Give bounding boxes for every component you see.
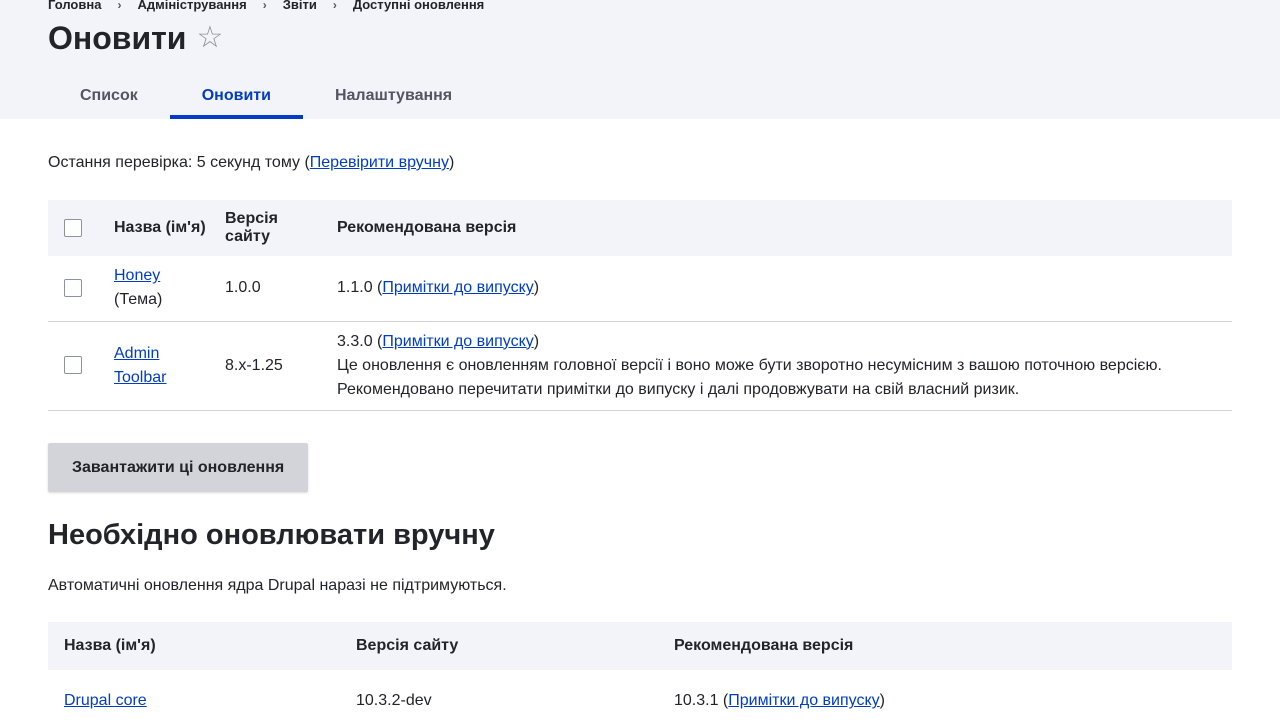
recommended-version: 3.3.0 ( <box>337 332 383 350</box>
manual-updates-table: Назва (ім'я) Версія сайту Рекомендована … <box>48 621 1232 727</box>
breadcrumb-item-home[interactable]: Головна <box>48 0 101 12</box>
release-notes-link[interactable]: Примітки до випуску <box>382 279 533 296</box>
column-header-site-version: Версія сайту <box>225 200 337 256</box>
recommended-version: 10.3.1 ( <box>674 692 729 710</box>
last-check-text: Остання перевірка: 5 секунд тому ( <box>48 154 310 171</box>
column-header-recommended: Рекомендована версія <box>658 621 1232 670</box>
updates-table: Назва (ім'я) Версія сайту Рекомендована … <box>48 200 1232 411</box>
release-notes-link[interactable]: Примітки до випуску <box>382 333 533 350</box>
last-check-status: Остання перевірка: 5 секунд тому (Переві… <box>48 153 1232 173</box>
major-update-warning: Це оновлення є оновленням головної версі… <box>337 356 1162 398</box>
project-link[interactable]: Honey <box>114 267 160 284</box>
recommended-version-close: ) <box>533 279 540 297</box>
column-header-name: Назва (ім'я) <box>114 200 225 256</box>
check-manually-link[interactable]: Перевірити вручну <box>310 154 449 171</box>
column-header-recommended: Рекомендована версія <box>337 200 1232 256</box>
row-checkbox[interactable] <box>64 356 82 375</box>
breadcrumb-item-reports[interactable]: Звіти <box>283 0 317 12</box>
primary-tabs: Список Оновити Налаштування <box>48 72 484 119</box>
chevron-right-icon: › <box>332 0 337 12</box>
recommended-version-close: ) <box>879 692 885 710</box>
star-icon[interactable]: ☆ <box>196 18 223 58</box>
table-row: Drupal core 10.3.2-dev 10.3.1 (Примітки … <box>48 670 1232 727</box>
breadcrumb: Головна › Адміністрування › Звіти › Дост… <box>48 0 484 12</box>
main-content: Остання перевірка: 5 секунд тому (Переві… <box>0 153 1280 727</box>
page-title: Оновити <box>48 20 187 56</box>
row-checkbox[interactable] <box>64 279 82 298</box>
chevron-right-icon: › <box>262 0 267 12</box>
project-type: (Тема) <box>114 291 163 309</box>
project-link[interactable]: Drupal core <box>64 692 147 709</box>
column-header-name: Назва (ім'я) <box>48 621 340 670</box>
breadcrumb-item-administration[interactable]: Адміністрування <box>137 0 246 12</box>
title-row: Оновити ☆ <box>48 18 223 58</box>
project-link[interactable]: Admin Toolbar <box>114 345 166 386</box>
table-row: Honey (Тема) 1.0.0 1.1.0 (Примітки до ви… <box>48 256 1232 321</box>
page-header: Головна › Адміністрування › Звіти › Дост… <box>0 0 1280 119</box>
recommended-version-close: ) <box>533 332 540 350</box>
release-notes-link[interactable]: Примітки до випуску <box>728 692 879 709</box>
table-header-row: Назва (ім'я) Версія сайту Рекомендована … <box>48 621 1232 670</box>
download-updates-button[interactable]: Завантажити ці оновлення <box>48 442 309 492</box>
tab-update[interactable]: Оновити <box>169 72 304 119</box>
table-row: Admin Toolbar 8.x-1.25 3.3.0 (Примітки д… <box>48 321 1232 410</box>
tab-settings[interactable]: Налаштування <box>303 72 484 119</box>
table-header-row: Назва (ім'я) Версія сайту Рекомендована … <box>48 200 1232 256</box>
manual-update-heading: Необхідно оновлювати вручну <box>48 518 495 551</box>
last-check-close: ) <box>448 154 455 171</box>
manual-update-description: Автоматичні оновлення ядра Drupal наразі… <box>48 576 507 594</box>
select-all-checkbox[interactable] <box>64 218 82 237</box>
site-version: 1.0.0 <box>225 279 261 297</box>
tab-list[interactable]: Список <box>48 72 170 119</box>
column-header-site-version: Версія сайту <box>340 621 658 670</box>
chevron-right-icon: › <box>117 0 122 12</box>
site-version: 8.x-1.25 <box>225 356 283 374</box>
recommended-version: 1.1.0 ( <box>337 279 383 297</box>
site-version: 10.3.2-dev <box>356 692 432 710</box>
breadcrumb-item-available-updates[interactable]: Доступні оновлення <box>353 0 484 12</box>
